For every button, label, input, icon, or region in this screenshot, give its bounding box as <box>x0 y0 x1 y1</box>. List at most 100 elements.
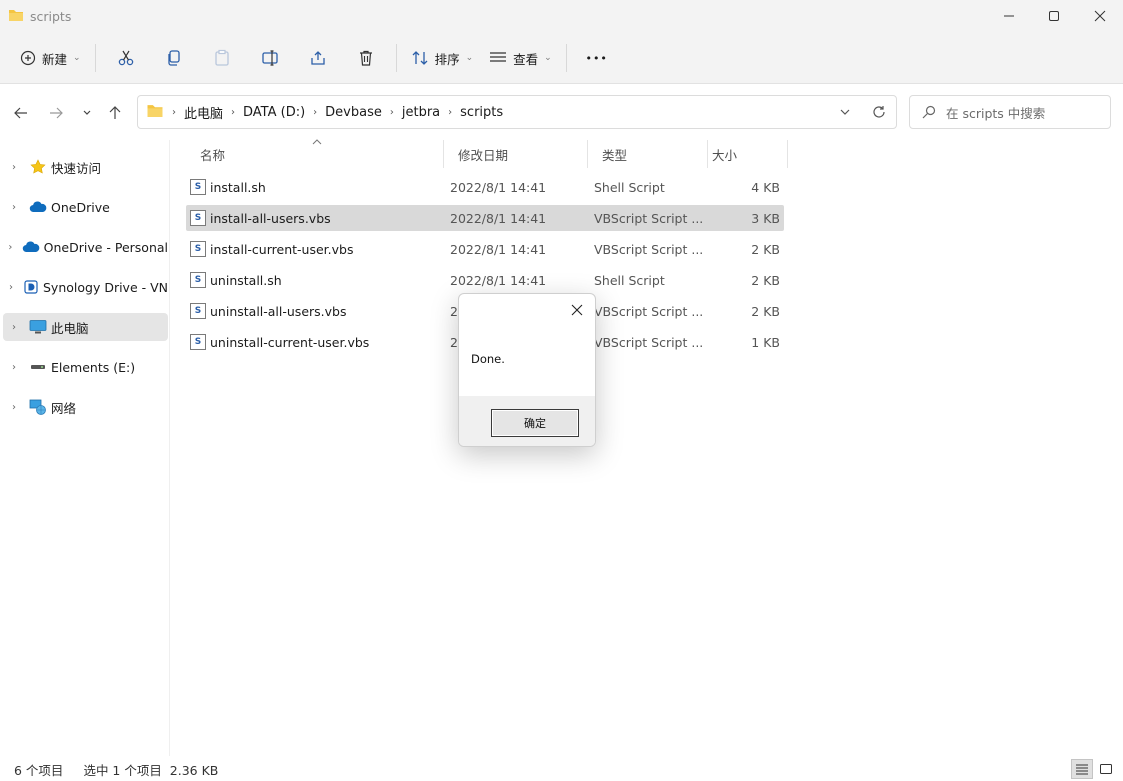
file-row-selected[interactable]: Sinstall-all-users.vbs 2022/8/1 14:41 VB… <box>186 205 784 231</box>
computer-icon <box>29 319 47 335</box>
nav-item-elements-drive[interactable]: › Elements (E:) <box>3 353 168 381</box>
arrow-left-icon <box>14 107 27 119</box>
address-history-button[interactable] <box>828 96 862 128</box>
breadcrumb-devbase[interactable]: Devbase <box>325 105 382 120</box>
arrow-right-icon <box>50 107 63 119</box>
breadcrumb-chevron-icon[interactable]: › <box>313 107 317 118</box>
sort-button[interactable]: 排序 ⌄ <box>403 41 482 75</box>
chevron-down-icon: ⌄ <box>544 53 552 63</box>
file-row[interactable]: Suninstall.sh 2022/8/1 14:41 Shell Scrip… <box>186 267 784 293</box>
share-button[interactable] <box>294 41 342 75</box>
column-header-type[interactable]: 类型 <box>588 140 708 168</box>
breadcrumb-data-drive[interactable]: DATA (D:) <box>243 105 305 120</box>
file-type: VBScript Script ... <box>594 334 704 350</box>
folder-icon <box>8 8 24 25</box>
star-icon <box>29 159 47 175</box>
column-header: 名称 修改日期 类型 大小 <box>186 138 788 168</box>
close-button[interactable] <box>1077 0 1123 32</box>
nav-item-synology-drive[interactable]: › Synology Drive - VN <box>3 273 168 301</box>
maximize-button[interactable] <box>1031 0 1077 32</box>
breadcrumb-this-pc[interactable]: 此电脑 <box>184 103 223 122</box>
clipboard-icon <box>214 49 229 66</box>
breadcrumb-chevron-icon: › <box>172 106 176 118</box>
sort-ascending-icon <box>312 138 322 148</box>
new-button[interactable]: 新建 ⌄ <box>12 41 89 75</box>
sort-icon <box>412 51 428 65</box>
refresh-button[interactable] <box>862 96 896 128</box>
expand-chevron-icon[interactable]: › <box>3 242 18 253</box>
dialog-close-button[interactable] <box>567 300 587 320</box>
search-box[interactable]: 在 scripts 中搜索 <box>909 95 1111 129</box>
delete-button[interactable] <box>342 41 390 75</box>
breadcrumb-jetbra[interactable]: jetbra <box>402 105 440 120</box>
rename-button[interactable] <box>246 41 294 75</box>
details-view-button[interactable] <box>1071 759 1093 779</box>
toolbar-divider <box>395 44 397 72</box>
more-options-button[interactable]: ••• <box>573 41 621 75</box>
file-type: Shell Script <box>594 272 665 288</box>
minimize-icon <box>1004 15 1014 17</box>
tiles-view-button[interactable] <box>1095 759 1117 779</box>
column-header-date[interactable]: 修改日期 <box>444 140 588 168</box>
refresh-icon <box>873 106 885 118</box>
script-file-icon: S <box>190 303 206 319</box>
expand-chevron-icon[interactable]: › <box>3 162 25 173</box>
expand-chevron-icon[interactable]: › <box>3 202 25 213</box>
trash-icon <box>359 50 372 66</box>
search-placeholder: 在 scripts 中搜索 <box>946 105 1046 121</box>
plus-circle-icon <box>20 50 36 66</box>
column-type-label: 类型 <box>602 147 628 163</box>
new-button-label: 新建 <box>42 51 68 67</box>
forward-button[interactable] <box>45 102 67 124</box>
breadcrumb-scripts[interactable]: scripts <box>460 105 503 120</box>
file-row[interactable]: Sinstall.sh 2022/8/1 14:41 Shell Script … <box>186 174 784 200</box>
paste-button[interactable] <box>198 41 246 75</box>
view-button[interactable]: 查看 ⌄ <box>481 41 560 75</box>
nav-item-label: Synology Drive - VN <box>42 279 168 295</box>
copy-button[interactable] <box>150 41 198 75</box>
nav-item-label: 快速访问 <box>51 160 102 176</box>
expand-chevron-icon[interactable]: › <box>3 402 25 413</box>
nav-item-this-pc[interactable]: › 此电脑 <box>3 313 168 341</box>
expand-chevron-icon[interactable]: › <box>3 362 25 373</box>
breadcrumb-chevron-icon[interactable]: › <box>390 107 394 118</box>
cut-button[interactable] <box>102 41 150 75</box>
share-icon <box>310 51 325 65</box>
minimize-button[interactable] <box>986 0 1032 32</box>
file-date: 2022/8/1 14:41 <box>450 272 547 288</box>
command-bar: 新建 ⌄ 排序 ⌄ 查看 ⌄ ••• <box>12 40 621 76</box>
chevron-down-icon <box>840 109 850 115</box>
nav-item-onedrive[interactable]: › OneDrive <box>3 193 168 221</box>
title-and-command-bar: scripts 新建 ⌄ 排序 ⌄ 查看 ⌄ ••• <box>0 0 1123 84</box>
ok-button[interactable]: 确定 <box>491 409 579 437</box>
more-icon: ••• <box>585 51 608 65</box>
address-bar[interactable]: › 此电脑 › DATA (D:) › Devbase › jetbra › s… <box>137 95 897 129</box>
back-button[interactable] <box>10 102 32 124</box>
column-header-name[interactable]: 名称 <box>186 138 444 168</box>
script-file-icon: S <box>190 334 206 350</box>
recent-locations-button[interactable] <box>76 102 98 124</box>
file-type: VBScript Script ... <box>594 303 704 319</box>
address-row: › 此电脑 › DATA (D:) › Devbase › jetbra › s… <box>0 85 1123 139</box>
expand-chevron-icon[interactable]: › <box>3 322 25 333</box>
nav-item-quick-access[interactable]: › 快速访问 <box>3 153 168 181</box>
tiles-view-icon <box>1100 764 1112 774</box>
address-actions <box>828 96 896 128</box>
file-size: 2 KB <box>751 272 780 288</box>
chevron-down-icon: ⌄ <box>465 53 474 63</box>
nav-item-network[interactable]: › 网络 <box>3 393 168 421</box>
window-title: scripts <box>8 7 71 25</box>
file-row[interactable]: Sinstall-current-user.vbs 2022/8/1 14:41… <box>186 236 784 262</box>
column-header-size[interactable]: 大小 <box>708 140 788 168</box>
details-view-icon <box>1076 764 1088 775</box>
breadcrumb-chevron-icon[interactable]: › <box>448 107 452 118</box>
expand-chevron-icon[interactable]: › <box>3 282 19 293</box>
close-icon <box>1094 10 1106 22</box>
chevron-down-icon <box>83 110 91 115</box>
breadcrumb-chevron-icon[interactable]: › <box>231 107 235 118</box>
cloud-icon <box>22 239 40 255</box>
file-size: 2 KB <box>751 241 780 257</box>
nav-item-onedrive-personal[interactable]: › OneDrive - Personal <box>3 233 168 261</box>
view-button-label: 查看 <box>513 51 539 67</box>
up-button[interactable] <box>104 102 126 124</box>
